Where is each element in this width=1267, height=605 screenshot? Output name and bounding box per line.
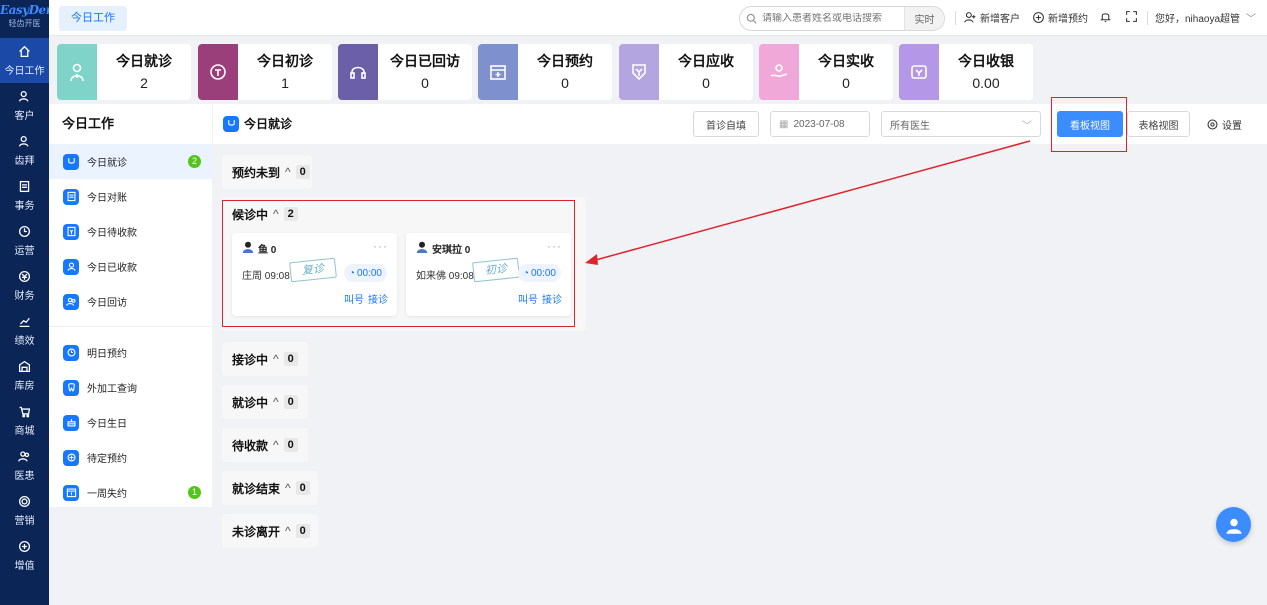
assistant-icon bbox=[1226, 518, 1241, 534]
annotation-arrow bbox=[585, 140, 1031, 265]
assistant-button[interactable] bbox=[1216, 507, 1251, 542]
